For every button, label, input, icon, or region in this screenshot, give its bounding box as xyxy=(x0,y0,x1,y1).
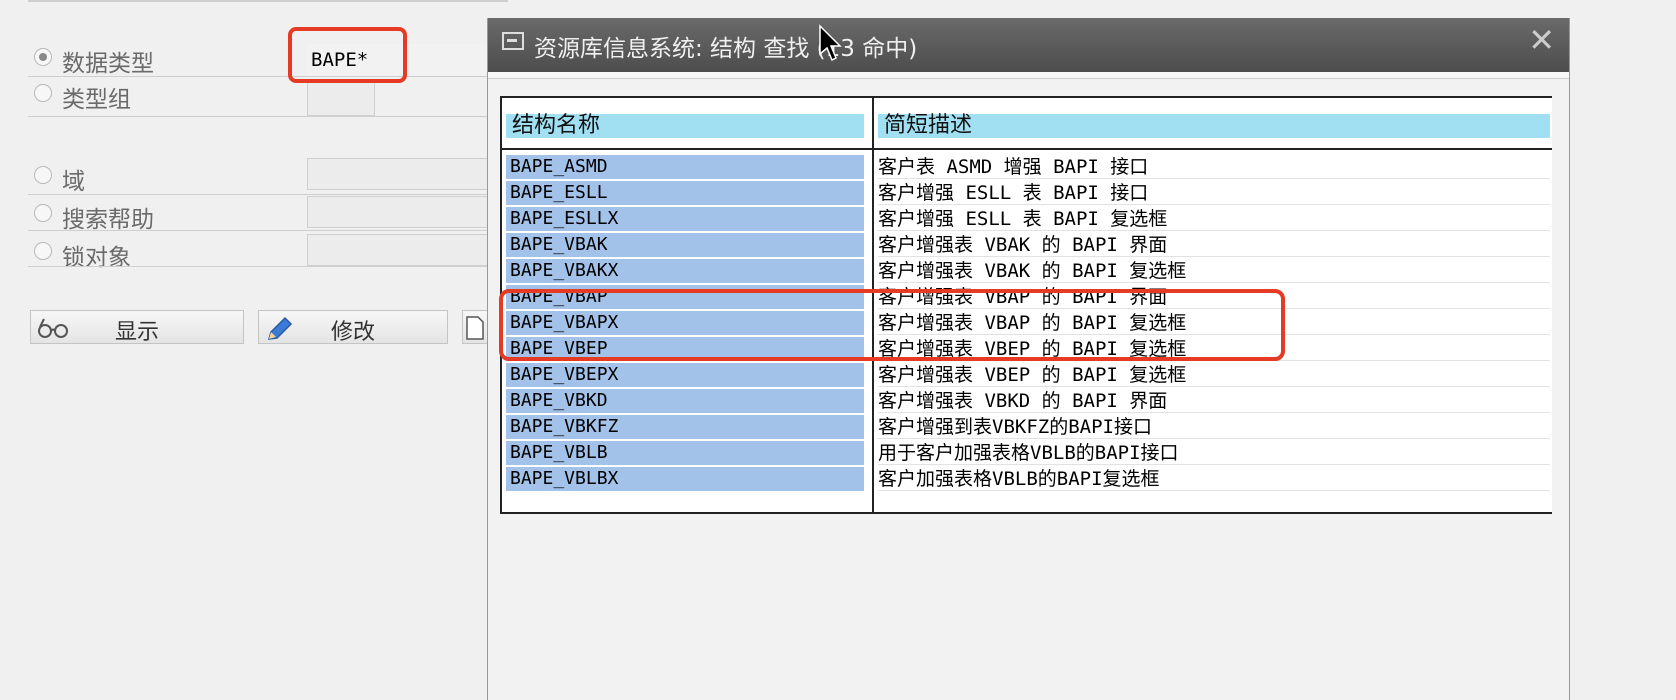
type-group-field[interactable] xyxy=(307,80,375,116)
radio-button[interactable] xyxy=(34,166,52,184)
search-help-field[interactable] xyxy=(307,196,507,228)
change-button-label: 修改 xyxy=(330,320,375,345)
highlight-box-input xyxy=(288,27,407,83)
structure-description: 客户增强表 VBAK 的 BAPI 界面 xyxy=(878,233,1550,257)
table-row[interactable]: BAPE_ESLL 客户增强 ESLL 表 BAPI 接口 xyxy=(502,180,1552,206)
structure-name[interactable]: BAPE_VBAKX xyxy=(506,259,864,283)
structure-description: 用于客户加强表格VBLB的BAPI接口 xyxy=(878,441,1550,465)
structure-name[interactable]: BAPE_VBLBX xyxy=(506,467,864,491)
structure-description: 客户增强 ESLL 表 BAPI 接口 xyxy=(878,181,1550,205)
dialog-toolbar-strip xyxy=(488,72,1569,79)
structure-description: 客户加强表格VBLB的BAPI复选框 xyxy=(878,467,1550,491)
display-button[interactable]: 显示 xyxy=(30,310,244,345)
close-icon[interactable]: ✕ xyxy=(1528,24,1555,56)
radio-label: 搜索帮助 xyxy=(62,207,154,233)
structure-name[interactable]: BAPE_VBLB xyxy=(506,441,864,465)
table-row[interactable]: BAPE_VBKFZ 客户增强到表VBKFZ的BAPI接口 xyxy=(502,414,1552,440)
highlight-box-rows xyxy=(499,289,1285,361)
radio-label: 数据类型 xyxy=(62,51,154,77)
radio-button[interactable] xyxy=(34,48,52,66)
structure-description: 客户增强表 VBAK 的 BAPI 复选框 xyxy=(878,259,1550,283)
table-row[interactable]: BAPE_VBLB 用于客户加强表格VBLB的BAPI接口 xyxy=(502,440,1552,466)
display-button-label: 显示 xyxy=(114,320,159,345)
dialog-title-bar[interactable]: 资源库信息系统: 结构 查找 (13 命中) ✕ xyxy=(488,18,1569,72)
structure-name[interactable]: BAPE_ESLLX xyxy=(506,207,864,231)
structure-name[interactable]: BAPE_VBEPX xyxy=(506,363,864,387)
structure-name[interactable]: BAPE_VBKFZ xyxy=(506,415,864,439)
structure-description: 客户增强表 VBKD 的 BAPI 界面 xyxy=(878,389,1550,413)
structure-description: 客户增强 ESLL 表 BAPI 复选框 xyxy=(878,207,1550,231)
radio-button[interactable] xyxy=(34,242,52,260)
lock-object-field[interactable] xyxy=(307,234,507,266)
radio-button[interactable] xyxy=(34,84,52,102)
mouse-cursor-icon xyxy=(819,24,842,62)
table-row[interactable]: BAPE_ESLLX 客户增强 ESLL 表 BAPI 复选框 xyxy=(502,206,1552,232)
document-icon xyxy=(466,316,484,346)
structure-name[interactable]: BAPE_VBAK xyxy=(506,233,864,257)
divider xyxy=(28,230,488,231)
window-icon xyxy=(502,32,524,50)
column-header-description[interactable]: 简短描述 xyxy=(878,114,1550,138)
divider xyxy=(28,76,488,77)
divider xyxy=(28,194,488,195)
change-button[interactable]: 修改 xyxy=(258,310,448,345)
table-row[interactable]: BAPE_VBAKX 客户增强表 VBAK 的 BAPI 复选框 xyxy=(502,258,1552,284)
divider xyxy=(28,266,488,267)
divider xyxy=(28,116,488,117)
domain-field[interactable] xyxy=(307,158,507,190)
header-separator xyxy=(502,148,1552,150)
table-row[interactable]: BAPE_VBKD 客户增强表 VBKD 的 BAPI 界面 xyxy=(502,388,1552,414)
radio-label: 域 xyxy=(62,169,85,195)
structure-name[interactable]: BAPE_VBKD xyxy=(506,389,864,413)
column-header-name[interactable]: 结构名称 xyxy=(506,114,864,138)
top-divider xyxy=(28,0,508,2)
radio-button[interactable] xyxy=(34,204,52,222)
table-row[interactable]: BAPE_VBAK 客户增强表 VBAK 的 BAPI 界面 xyxy=(502,232,1552,258)
radio-label: 类型组 xyxy=(62,87,131,113)
table-row[interactable]: BAPE_ASMD 客户表 ASMD 增强 BAPI 接口 xyxy=(502,154,1552,180)
dialog-title: 资源库信息系统: 结构 查找 (13 命中) xyxy=(534,36,918,62)
structure-description: 客户增强到表VBKFZ的BAPI接口 xyxy=(878,415,1550,439)
structure-name[interactable]: BAPE_ESLL xyxy=(506,181,864,205)
structure-name[interactable]: BAPE_ASMD xyxy=(506,155,864,179)
table-row[interactable]: BAPE_VBEPX 客户增强表 VBEP 的 BAPI 复选框 xyxy=(502,362,1552,388)
structure-description: 客户增强表 VBEP 的 BAPI 复选框 xyxy=(878,363,1550,387)
table-row[interactable]: BAPE_VBLBX 客户加强表格VBLB的BAPI复选框 xyxy=(502,466,1552,492)
structure-description: 客户表 ASMD 增强 BAPI 接口 xyxy=(878,155,1550,179)
